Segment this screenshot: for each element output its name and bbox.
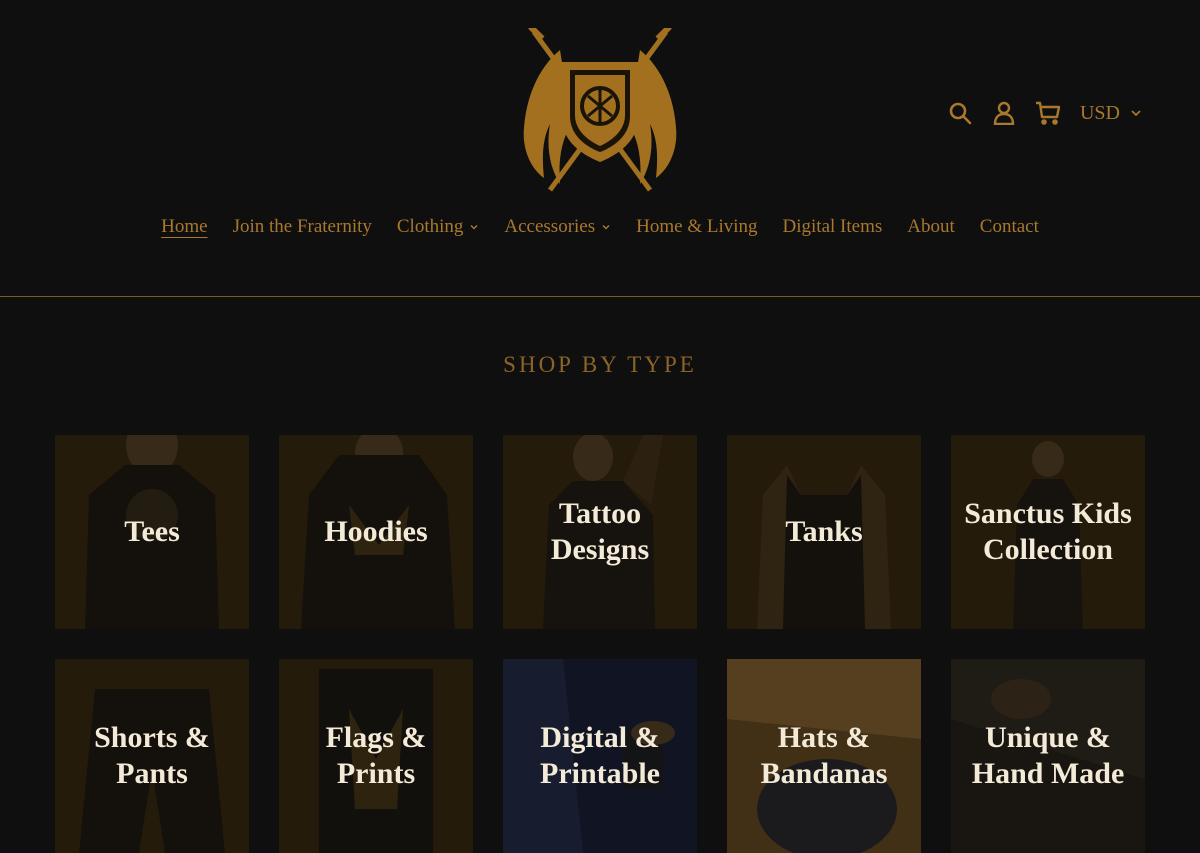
section-title: SHOP BY TYPE	[503, 352, 697, 377]
nav-item-label: Accessories	[504, 216, 596, 237]
nav-item-home[interactable]: Home	[149, 216, 220, 238]
category-tile-tees[interactable]: Tees	[55, 435, 249, 629]
nav-item-clothing[interactable]: Clothing	[384, 216, 492, 238]
category-tile-digital-and-printable[interactable]: Digital & Printable	[503, 659, 697, 853]
tile-label: Digital & Printable	[540, 721, 660, 790]
nav-item-join-the-fraternity[interactable]: Join the Fraternity	[220, 216, 384, 238]
nav-item-label: Clothing	[396, 216, 464, 237]
category-tile-flags-and-prints[interactable]: Flags & Prints	[279, 659, 473, 853]
chevron-down-icon	[602, 225, 610, 230]
tile-label: Shorts & Pants	[94, 721, 210, 790]
nav-item-label: Join the Fraternity	[232, 216, 372, 237]
nav-item-label: Home & Living	[636, 216, 758, 237]
tile-label: Sanctus Kids Collection	[964, 497, 1132, 566]
tile-label: Flags & Prints	[325, 721, 427, 790]
nav-item-about[interactable]: About	[895, 216, 968, 238]
tile-label: Hoodies	[324, 515, 428, 548]
nav-item-home-and-living[interactable]: Home & Living	[624, 216, 770, 238]
main-nav: Home Join the Fraternity Clothing Access…	[0, 216, 1200, 238]
nav-item-label: About	[907, 216, 955, 237]
chevron-down-icon	[470, 225, 478, 230]
nav-item-digital-items[interactable]: Digital Items	[770, 216, 895, 238]
category-tile-tanks[interactable]: Tanks	[727, 435, 921, 629]
currency-value: USD	[1079, 101, 1120, 124]
cart-icon[interactable]	[1026, 96, 1070, 130]
nav-item-contact[interactable]: Contact	[967, 216, 1051, 238]
nav-item-label: Digital Items	[782, 216, 883, 237]
header-icons: USD	[938, 96, 1142, 130]
brand-logo[interactable]	[520, 28, 680, 196]
nav-item-label: Home	[161, 216, 208, 237]
tile-label: Tattoo Designs	[550, 497, 650, 566]
tile-label: Unique & Hand Made	[971, 721, 1125, 790]
account-icon[interactable]	[982, 96, 1026, 130]
tile-label: Tanks	[785, 515, 863, 548]
category-tile-unique-and-hand-made[interactable]: Unique & Hand Made	[951, 659, 1145, 853]
category-tile-hoodies[interactable]: Hoodies	[279, 435, 473, 629]
nav-item-accessories[interactable]: Accessories	[492, 216, 624, 238]
category-tile-hats-and-bandanas[interactable]: Hats & Bandanas	[727, 659, 921, 853]
category-tile-sanctus-kids-collection[interactable]: Sanctus Kids Collection	[951, 435, 1145, 629]
category-tile-tattoo-designs[interactable]: Tattoo Designs	[503, 435, 697, 629]
nav-item-label: Contact	[979, 216, 1039, 237]
tile-label: Hats & Bandanas	[760, 721, 888, 790]
chevron-down-icon	[1131, 110, 1141, 117]
search-icon[interactable]	[938, 96, 982, 130]
currency-selector[interactable]: USD	[1080, 102, 1142, 125]
site-header: USD Home Join the Fraternity Clothing Ac…	[0, 0, 1200, 297]
category-tile-shorts-and-pants[interactable]: Shorts & Pants	[55, 659, 249, 853]
tile-label: Tees	[124, 515, 180, 548]
